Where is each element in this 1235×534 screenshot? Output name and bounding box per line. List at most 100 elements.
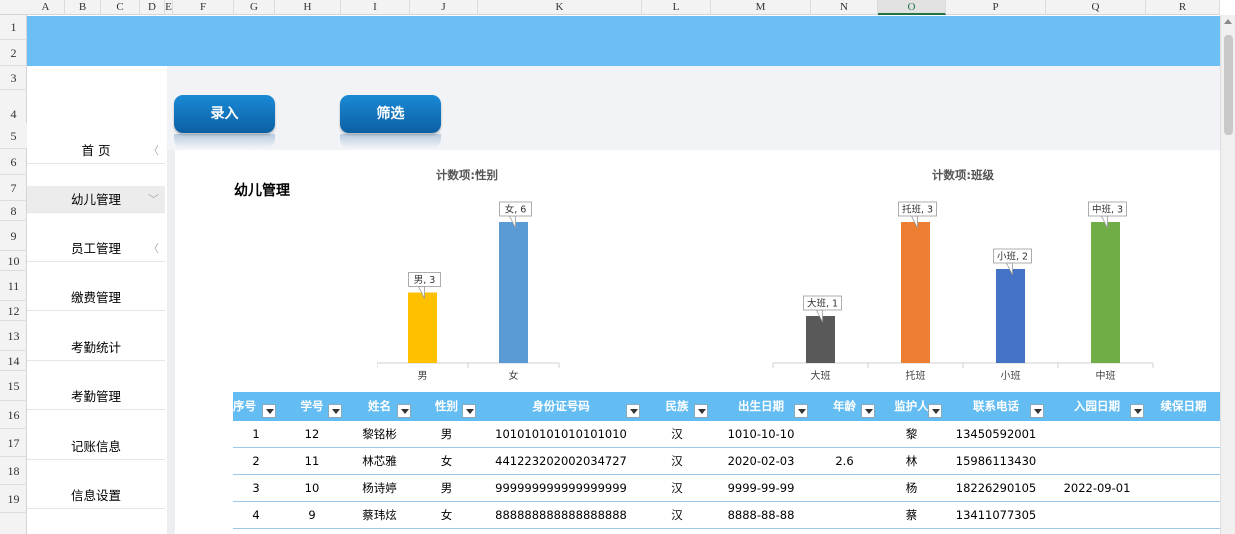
table-cell[interactable] [1147,421,1220,448]
table-row[interactable]: 1 12 黎铭彬男 101010101010101010 汉 1010-10-10 黎 134… [233,421,1220,448]
column-header-o[interactable]: O [878,0,946,15]
table-cell[interactable]: 13411077305 [945,502,1047,529]
filter-dropdown-icon[interactable] [1130,404,1144,418]
table-row[interactable]: 2 11 林芯雅女 441223202002034727 汉 2020-02-03 2.6 林… [233,448,1220,475]
table-cell[interactable]: 蔡玮炫 [345,502,414,529]
filter-dropdown-icon[interactable] [928,404,942,418]
bar-女[interactable] [499,222,528,363]
column-header-l[interactable]: L [642,0,711,15]
bar-中班[interactable] [1091,222,1120,363]
column-header-a[interactable]: A [27,0,65,15]
filter-button[interactable]: 筛选 [340,95,441,133]
table-cell[interactable] [1147,502,1220,529]
table-cell[interactable]: 2020-02-03 [711,448,811,475]
class-chart[interactable]: 大班 大班, 1 托班 托班, 3 小班 小班, 2 中班 中班, 3 [765,185,1165,385]
bar-小班[interactable] [996,269,1025,363]
row-header-19[interactable]: 19 [0,485,27,513]
table-cell[interactable]: 蔡 [878,502,945,529]
table-cell[interactable]: 9999-99-99 [711,475,811,502]
sidebar-item-attendance-stats[interactable]: 考勤统计 [27,334,165,361]
table-row[interactable]: 4 9 蔡玮炫女 888888888888888888 汉 8888-88-88 蔡 1341… [233,502,1220,529]
filter-dropdown-icon[interactable] [861,404,875,418]
table-cell[interactable]: 8888-88-88 [711,502,811,529]
table-cell[interactable]: 杨 [878,475,945,502]
row-header-8[interactable]: 8 [0,201,27,221]
table-cell[interactable]: 黎 [878,421,945,448]
filter-dropdown-icon[interactable] [397,404,411,418]
row-header-9[interactable]: 9 [0,221,27,251]
table-cell[interactable]: 黎铭彬 [345,421,414,448]
row-header-18[interactable]: 18 [0,457,27,485]
table-cell[interactable]: 1 [233,421,279,448]
scroll-thumb[interactable] [1224,35,1233,135]
filter-dropdown-icon[interactable] [1030,404,1044,418]
bar-托班[interactable] [901,222,930,363]
table-cell[interactable]: 女 [414,448,479,475]
column-header-d[interactable]: D [140,0,165,15]
gender-chart[interactable]: 男 男, 3 女 女, 6 [377,185,577,385]
table-cell[interactable]: 888888888888888888 [479,502,643,529]
table-cell[interactable]: 101010101010101010 [479,421,643,448]
table-cell[interactable]: 汉 [643,448,711,475]
table-cell[interactable]: 10 [279,475,345,502]
table-cell[interactable]: 1010-10-10 [711,421,811,448]
table-cell[interactable] [1147,475,1220,502]
row-header-5[interactable]: 5 [0,123,27,149]
column-header-r[interactable]: R [1146,0,1220,15]
table-cell[interactable]: 汉 [643,475,711,502]
column-header-j[interactable]: J [410,0,478,15]
sidebar-item-payment-management[interactable]: 缴费管理 [27,284,165,311]
column-header-b[interactable]: B [65,0,101,15]
row-header-11[interactable]: 11 [0,271,27,301]
sidebar-item-settings[interactable]: 信息设置 [27,482,165,509]
table-cell[interactable]: 18226290105 [945,475,1047,502]
filter-dropdown-icon[interactable] [626,404,640,418]
table-cell[interactable]: 441223202002034727 [479,448,643,475]
bar-大班[interactable] [806,316,835,363]
column-header-n[interactable]: N [811,0,878,15]
table-cell[interactable] [811,421,878,448]
table-cell[interactable] [811,475,878,502]
table-cell[interactable] [1147,448,1220,475]
row-header-10[interactable]: 10 [0,251,27,271]
column-header-k[interactable]: K [478,0,642,15]
column-header-m[interactable]: M [711,0,811,15]
bar-男[interactable] [408,292,437,364]
vertical-scrollbar[interactable] [1220,15,1235,534]
sidebar-item-staff-management[interactable]: 员工管理 〈 [27,235,165,262]
row-header-15[interactable]: 15 [0,371,27,401]
scroll-up-arrow-icon[interactable] [1224,19,1232,24]
filter-dropdown-icon[interactable] [328,404,342,418]
row-header-1[interactable]: 1 [0,15,27,40]
table-cell[interactable]: 999999999999999999 [479,475,643,502]
filter-dropdown-icon[interactable] [462,404,476,418]
table-cell[interactable]: 12 [279,421,345,448]
table-cell[interactable]: 4 [233,502,279,529]
sidebar-item-accounting[interactable]: 记账信息 [27,433,165,460]
table-cell[interactable]: 9 [279,502,345,529]
table-cell[interactable]: 杨诗婷 [345,475,414,502]
table-cell[interactable]: 女 [414,502,479,529]
table-cell[interactable]: 2.6 [811,448,878,475]
column-header-i[interactable]: I [341,0,410,15]
table-cell[interactable]: 15986113430 [945,448,1047,475]
row-header-6[interactable]: 6 [0,149,27,175]
row-header-12[interactable]: 12 [0,301,27,321]
row-header-3[interactable]: 3 [0,66,27,90]
table-cell[interactable] [1047,448,1147,475]
sidebar-item-child-management[interactable]: 幼儿管理 ﹀ [27,186,165,213]
row-header-17[interactable]: 17 [0,429,27,457]
table-cell[interactable] [1047,421,1147,448]
filter-dropdown-icon[interactable] [794,404,808,418]
table-cell[interactable]: 汉 [643,421,711,448]
row-header-13[interactable]: 13 [0,321,27,351]
table-cell[interactable]: 11 [279,448,345,475]
table-cell[interactable]: 2 [233,448,279,475]
row-header-14[interactable]: 14 [0,351,27,371]
row-header-2[interactable]: 2 [0,40,27,66]
table-cell[interactable]: 13450592001 [945,421,1047,448]
entry-button[interactable]: 录入 [174,95,275,133]
column-header-p[interactable]: P [946,0,1046,15]
table-cell[interactable]: 2022-09-01 [1047,475,1147,502]
table-cell[interactable]: 3 [233,475,279,502]
